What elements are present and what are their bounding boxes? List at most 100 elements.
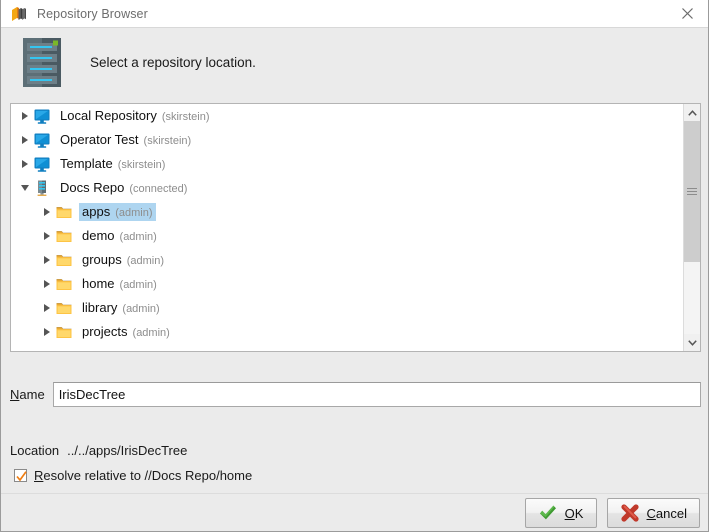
ok-button-label: OK [565,506,584,521]
tree-row-label: apps [82,204,111,219]
tree-row[interactable]: groups (admin) [11,248,683,272]
header-message: Select a repository location. [90,54,256,70]
ok-rest: K [574,505,584,521]
cancel-rest: ancel [655,505,687,521]
chevron-right-icon[interactable] [39,320,55,344]
tree-row-label-wrap[interactable]: projects (admin) [79,323,173,341]
tree-row-label-wrap[interactable]: Template (skirstein) [57,155,168,173]
monitor-icon [33,155,51,173]
chevron-right-icon[interactable] [39,224,55,248]
tree-row[interactable]: Local Repository (skirstein) [11,104,683,128]
repository-cube-icon [10,5,28,23]
repository-tree[interactable]: Local Repository (skirstein) Operator Test… [11,104,683,351]
resolve-relative-label: Resolve relative to //Docs Repo/home [34,468,252,483]
name-label: Name [10,387,45,402]
dialog-header: Select a repository location. [1,28,708,96]
name-label-rest: ame [19,387,45,402]
tree-row-label: demo [82,228,115,243]
resolve-label-rest: esolve relative to //Docs Repo/home [43,468,253,483]
chevron-right-icon[interactable] [39,200,55,224]
tree-row[interactable]: library (admin) [11,296,683,320]
scrollbar-track[interactable] [684,121,700,334]
location-value: ../../apps/IrisDecTree [67,443,188,458]
name-label-mnemonic: N [10,387,20,402]
tree-row-owner: (admin) [119,279,157,291]
tree-row-owner: (admin) [115,207,153,219]
chevron-right-icon[interactable] [17,128,33,152]
chevron-right-icon[interactable] [17,104,33,128]
server-rack-icon [23,37,61,87]
folder-icon [55,299,73,317]
chevron-right-icon[interactable] [17,152,33,176]
folder-icon [55,251,73,269]
tree-row-owner: (admin) [122,303,160,315]
tree-row-label: Local Repository [60,108,157,123]
tree-row[interactable]: Template (skirstein) [11,152,683,176]
folder-icon [55,227,73,245]
scroll-down-button[interactable] [684,334,700,351]
tree-vertical-scrollbar[interactable] [683,104,700,351]
tree-row-owner: (skirstein) [117,159,166,171]
tree-row-owner: (skirstein) [161,111,210,123]
resolve-relative-checkbox-row[interactable]: Resolve relative to //Docs Repo/home [14,468,252,483]
tree-row-owner: (admin) [132,327,170,339]
resolve-label-mnemonic: R [34,468,44,483]
tree-row-label: library [82,300,118,315]
name-row: Name [10,382,701,407]
tree-row-label: Docs Repo [60,180,125,195]
folder-icon [55,203,73,221]
chevron-right-icon[interactable] [39,296,55,320]
scroll-up-button[interactable] [684,104,700,121]
tree-row-label: projects [82,324,128,339]
checkmark-icon [16,471,27,482]
chevron-down-icon[interactable] [17,176,33,200]
chevron-right-icon[interactable] [39,272,55,296]
repository-browser-dialog: Repository Browser Select a repository l… [0,0,709,532]
tree-row-label: Operator Test [60,132,139,147]
server-icon [33,179,51,197]
folder-icon [55,323,73,341]
tree-row-label: groups [82,252,122,267]
tree-row-label-wrap[interactable]: Operator Test (skirstein) [57,131,194,149]
chevron-right-icon[interactable] [39,248,55,272]
cancel-button-label: Cancel [647,506,687,521]
location-row: Location ../../apps/IrisDecTree [10,443,187,458]
tree-row-label: Template [60,156,113,171]
tree-row-label-wrap[interactable]: Docs Repo (connected) [57,179,190,197]
scrollbar-thumb[interactable] [684,121,700,262]
repository-tree-panel: Local Repository (skirstein) Operator Test… [10,103,701,352]
tree-row-owner: (admin) [119,231,157,243]
tree-row-label-wrap[interactable]: demo (admin) [79,227,160,245]
tree-row-label-wrap[interactable]: groups (admin) [79,251,167,269]
tree-row[interactable]: projects (admin) [11,320,683,344]
tree-row[interactable]: Docs Repo (connected) [11,176,683,200]
name-input[interactable] [52,382,701,407]
folder-icon [55,275,73,293]
red-x-icon [620,503,640,523]
tree-row-owner: (skirstein) [143,135,192,147]
tree-row-label-wrap[interactable]: Local Repository (skirstein) [57,107,213,125]
tree-row[interactable]: Operator Test (skirstein) [11,128,683,152]
green-check-icon [538,503,558,523]
tree-row-label-wrap[interactable]: apps (admin) [79,203,156,221]
button-bar: OK Cancel [1,494,708,531]
resolve-relative-checkbox[interactable] [14,469,27,482]
tree-row-owner: (connected) [129,183,188,195]
location-label: Location [10,443,60,458]
cancel-mnemonic: C [646,505,656,521]
tree-row-label-wrap[interactable]: home (admin) [79,275,160,293]
monitor-icon [33,131,51,149]
tree-row[interactable]: demo (admin) [11,224,683,248]
title-bar: Repository Browser [1,0,708,28]
tree-row[interactable]: home (admin) [11,272,683,296]
ok-mnemonic: O [564,505,575,521]
close-icon[interactable] [664,0,708,27]
cancel-button[interactable]: Cancel [606,498,700,528]
tree-row-label-wrap[interactable]: library (admin) [79,299,163,317]
tree-row-label: home [82,276,115,291]
tree-row[interactable]: apps (admin) [11,200,683,224]
monitor-icon [33,107,51,125]
window-title: Repository Browser [37,6,148,21]
grip-lines-icon [687,187,697,196]
ok-button[interactable]: OK [524,498,597,528]
